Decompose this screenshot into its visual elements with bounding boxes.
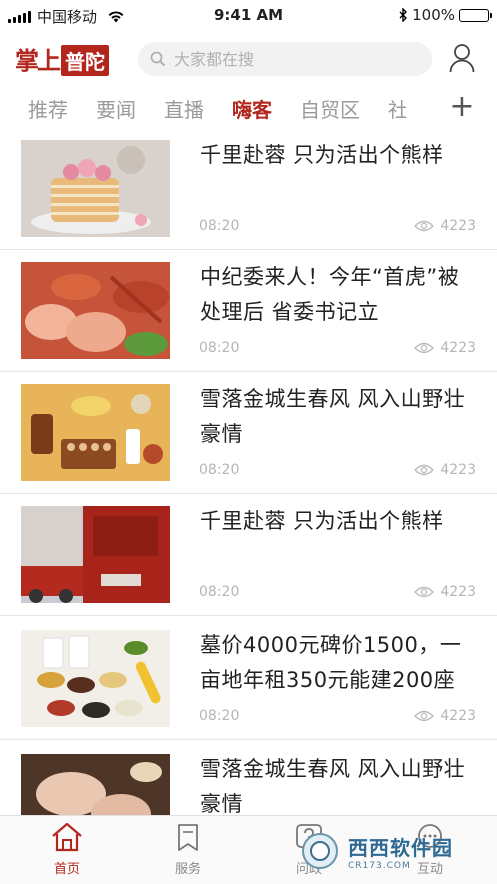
divider [0, 615, 497, 616]
article-item[interactable]: 中纪委来人！今年“首虎”被处理后 省委书记立 08:20 4223 [0, 250, 497, 372]
article-item[interactable]: 千里赴蓉 只为活出个熊样 08:20 4223 [0, 494, 497, 616]
tab-service[interactable]: 服务 [148, 822, 228, 877]
tab-home[interactable]: 首页 [27, 822, 107, 877]
bluetooth-icon [399, 8, 408, 22]
eye-icon [414, 710, 435, 722]
app-logo[interactable]: 掌上 普陀 [15, 44, 109, 76]
add-channel-button[interactable]: + [447, 92, 477, 122]
tab-haike[interactable]: 嗨客 [232, 94, 272, 123]
views-count: 4223 [440, 584, 476, 600]
article-time: 08:20 [199, 584, 240, 600]
article-views: 4223 [414, 462, 476, 478]
article-title: 雪落金城生春风 风入山野壮豪情 [200, 757, 466, 816]
logo-text: 掌上 [15, 46, 61, 75]
views-count: 4223 [440, 218, 476, 234]
article-thumbnail-fire-truck [21, 506, 170, 603]
views-count: 4223 [440, 340, 476, 356]
app-header: 掌上 普陀 [0, 40, 497, 80]
article-time: 08:20 [199, 340, 240, 356]
search-box[interactable] [138, 42, 432, 76]
article-time: 08:20 [199, 462, 240, 478]
article-item[interactable]: 墓价4000元碑价1500，一亩地年租350元能建200座 08:20 4223 [0, 618, 497, 740]
tab-live[interactable]: 直播 [164, 94, 204, 123]
user-icon[interactable] [449, 43, 475, 73]
watermark-logo-icon [302, 833, 338, 869]
watermark-subtext: CR173.COM [348, 860, 411, 871]
search-icon [150, 51, 166, 67]
tab-recommend[interactable]: 推荐 [28, 94, 68, 123]
tab-free-trade-zone[interactable]: 自贸区 [300, 94, 360, 123]
article-time: 08:20 [199, 708, 240, 724]
article-views: 4223 [414, 584, 476, 600]
tab-partial[interactable]: 社 [388, 94, 406, 123]
home-icon [52, 822, 82, 852]
watermark: 西西软件园 CR173.COM [298, 826, 478, 876]
article-title: 墓价4000元碑价1500，一亩地年租350元能建200座 [200, 633, 462, 692]
article-item[interactable]: 千里赴蓉 只为活出个熊样 08:20 4223 [0, 128, 497, 250]
eye-icon [414, 342, 435, 354]
tab-label: 服务 [174, 862, 201, 877]
channel-tabs: 推荐 要闻 直播 嗨客 自贸区 社 [0, 88, 497, 128]
bookmark-icon [178, 824, 198, 851]
status-bar: 中国移动 9:41 AM 100% [0, 0, 497, 30]
article-views: 4223 [414, 708, 476, 724]
article-title: 雪落金城生春风 风入山野壮豪情 [200, 387, 466, 446]
battery-icon [459, 8, 492, 22]
article-views: 4223 [414, 218, 476, 234]
article-title: 中纪委来人！今年“首虎”被处理后 省委书记立 [200, 265, 460, 324]
status-right: 100% [399, 6, 492, 24]
article-title: 千里赴蓉 只为活出个熊样 [200, 143, 444, 167]
views-count: 4223 [440, 708, 476, 724]
logo-highlight: 普陀 [61, 45, 109, 76]
views-count: 4223 [440, 462, 476, 478]
article-item[interactable]: 雪落金城生春风 风入山野壮豪情 08:20 4223 [0, 372, 497, 494]
article-time: 08:20 [199, 218, 240, 234]
article-title: 千里赴蓉 只为活出个熊样 [200, 509, 444, 533]
eye-icon [414, 220, 435, 232]
tab-label: 首页 [53, 862, 80, 877]
watermark-text: 西西软件园 [348, 835, 453, 860]
eye-icon [414, 464, 435, 476]
article-thumbnail-food-table [21, 384, 170, 481]
tab-news[interactable]: 要闻 [96, 94, 136, 123]
battery-percent: 100% [412, 6, 455, 24]
divider [0, 739, 497, 740]
article-thumbnail-cake [21, 140, 170, 237]
article-thumbnail-grains [21, 630, 170, 727]
search-input[interactable] [172, 48, 416, 70]
article-views: 4223 [414, 340, 476, 356]
eye-icon [414, 586, 435, 598]
article-thumbnail-seafood [21, 262, 170, 359]
